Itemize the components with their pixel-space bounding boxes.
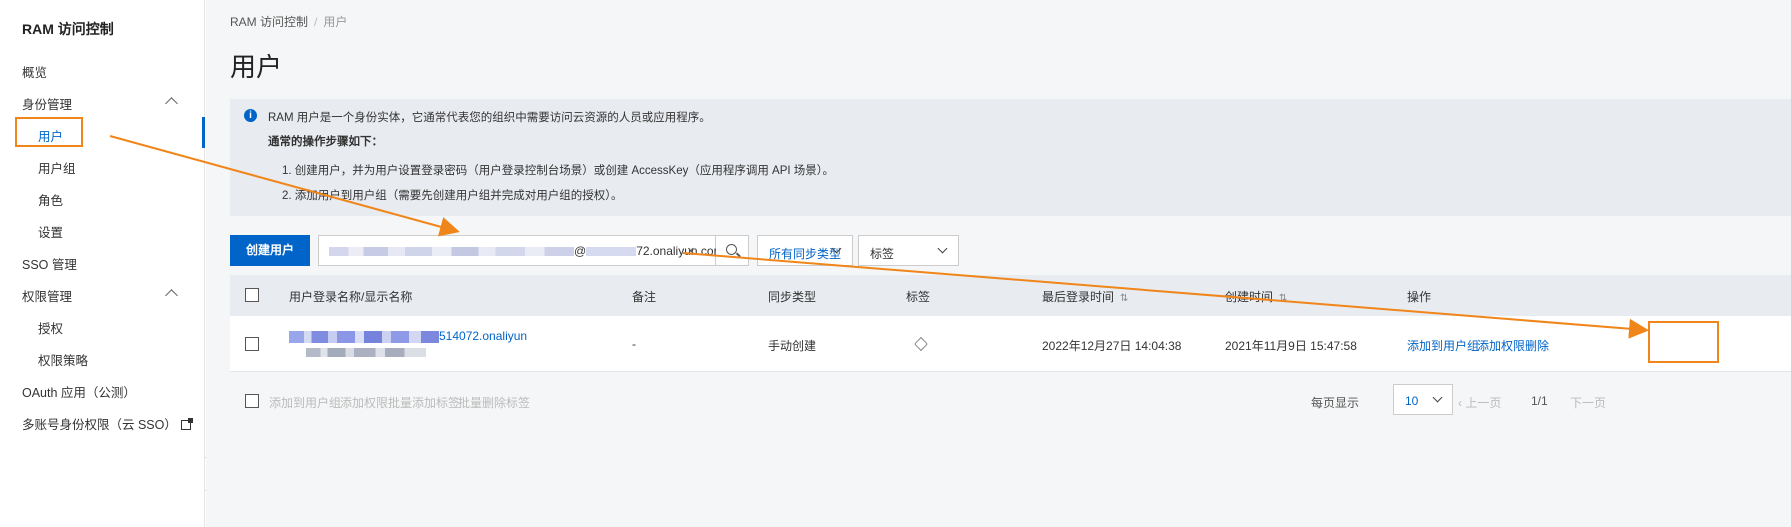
batch-select-checkbox[interactable] <box>245 394 259 408</box>
user-last-login: 2022年12月27日 14:04:38 <box>1042 339 1182 353</box>
sidebar: RAM 访问控制 概览 身份管理 用户 用户组 角色 设置 SSO 管理 权限管… <box>0 0 205 527</box>
sidebar-item-oauth[interactable]: OAuth 应用（公测） <box>22 382 136 401</box>
sidebar-item-identity[interactable]: 身份管理 <box>22 94 72 113</box>
redacted-text <box>289 330 439 343</box>
sort-icon[interactable]: ⇅ <box>1279 293 1287 304</box>
breadcrumb-current: 用户 <box>323 15 348 29</box>
search-value-at: @ <box>574 244 587 258</box>
info-icon: i <box>244 109 257 122</box>
batch-delete-tag-button[interactable]: 批量删除标签 <box>458 394 530 411</box>
sort-icon[interactable]: ⇅ <box>1120 293 1128 304</box>
user-created: 2021年11月9日 15:47:58 <box>1225 339 1357 353</box>
chevron-down-icon <box>1432 392 1443 403</box>
create-user-button[interactable]: 创建用户 <box>230 235 310 266</box>
user-login-name-link[interactable]: 514072.onaliyun <box>289 329 527 343</box>
info-heading: 通常的操作步骤如下： <box>268 136 383 148</box>
table-header: 用户登录名称/显示名称 备注 同步类型 标签 最后登录时间 ⇅ 创建时间 ⇅ 操作 <box>230 275 1791 316</box>
chevron-up-icon[interactable] <box>165 289 178 302</box>
search-value-suffix: 72.onaliyun.com <box>636 244 724 258</box>
table-footer: 添加到用户组 添加权限 批量添加标签 批量删除标签 每页显示 10 ‹ 上一页 … <box>230 372 1791 432</box>
chevron-up-icon[interactable] <box>165 97 178 110</box>
tag-select-value: 标签 <box>870 247 895 261</box>
add-to-group-link[interactable]: 添加到用户组 <box>1407 337 1479 354</box>
per-page-label: 每页显示 <box>1311 396 1360 410</box>
header-last-login-label: 最后登录时间 <box>1042 290 1115 304</box>
select-all-checkbox[interactable] <box>245 288 259 302</box>
page-indicator: 1/1 <box>1531 394 1548 408</box>
sidebar-item-cloud-sso[interactable]: 多账号身份权限（云 SSO） <box>22 414 193 433</box>
header-tag: 标签 <box>906 290 931 304</box>
row-checkbox[interactable] <box>245 337 259 351</box>
search-icon <box>726 244 737 255</box>
sync-type-value: 所有同步类型 <box>769 247 842 261</box>
search-button[interactable] <box>716 235 749 266</box>
batch-add-permission-button[interactable]: 添加权限 <box>340 394 388 411</box>
breadcrumb: RAM 访问控制 / 用户 <box>230 13 347 30</box>
sidebar-brand: RAM 访问控制 <box>22 21 114 37</box>
sync-type-select[interactable]: 所有同步类型 <box>757 235 853 266</box>
breadcrumb-root[interactable]: RAM 访问控制 <box>230 15 308 29</box>
info-step: 2. 添加用户到用户组（需要先创建用户组并完成对用户组的授权）。 <box>282 190 623 202</box>
delete-link[interactable]: 删除 <box>1525 337 1549 354</box>
header-name: 用户登录名称/显示名称 <box>289 290 413 304</box>
next-page-button[interactable]: 下一页 <box>1570 394 1606 411</box>
sidebar-item-settings[interactable]: 设置 <box>38 222 63 241</box>
batch-add-tag-button[interactable]: 批量添加标签 <box>388 394 460 411</box>
info-line: RAM 用户是一个身份实体，它通常代表您的组织中需要访问云资源的人员或应用程序。 <box>268 112 711 124</box>
clear-icon[interactable]: × <box>687 243 695 258</box>
table-row: 514072.onaliyun - 手动创建 2022年12月27日 14:04… <box>230 316 1791 372</box>
redacted-text <box>586 247 637 257</box>
info-panel: i RAM 用户是一个身份实体，它通常代表您的组织中需要访问云资源的人员或应用程… <box>230 99 1791 216</box>
header-sync-type: 同步类型 <box>768 290 817 304</box>
external-link-icon <box>180 418 193 430</box>
main-content: RAM 访问控制 / 用户 用户 i RAM 用户是一个身份实体，它通常代表您的组织… <box>206 0 1791 527</box>
user-login-name-suffix: 514072.onaliyun <box>439 329 528 343</box>
per-page-select[interactable]: 10 <box>1393 384 1453 415</box>
sidebar-item-overview[interactable]: 概览 <box>22 62 47 81</box>
user-sync-type: 手动创建 <box>768 339 817 353</box>
sidebar-item-grants[interactable]: 授权 <box>38 318 63 337</box>
prev-page-label: 上一页 <box>1465 396 1502 410</box>
sidebar-item-groups[interactable]: 用户组 <box>38 158 76 177</box>
header-created[interactable]: 创建时间 ⇅ <box>1225 288 1287 305</box>
search-value: @72.onaliyun.com <box>329 244 724 258</box>
per-page-value: 10 <box>1405 394 1419 408</box>
sidebar-item-label: 多账号身份权限（云 SSO） <box>22 418 177 432</box>
highlight-box <box>15 117 83 147</box>
tag-select[interactable]: 标签 <box>858 235 959 266</box>
prev-page-button[interactable]: ‹ 上一页 <box>1458 394 1501 411</box>
sidebar-item-roles[interactable]: 角色 <box>38 190 63 209</box>
header-created-label: 创建时间 <box>1225 290 1274 304</box>
breadcrumb-separator: / <box>314 15 318 29</box>
sidebar-item-permissions[interactable]: 权限管理 <box>22 286 72 305</box>
info-step: 1. 创建用户，并为用户设置登录密码（用户登录控制台场景）或创建 AccessK… <box>282 165 835 177</box>
user-display-name <box>306 348 426 357</box>
sidebar-item-policies[interactable]: 权限策略 <box>38 350 88 369</box>
header-actions: 操作 <box>1407 290 1432 304</box>
tag-icon[interactable] <box>913 336 929 352</box>
batch-add-to-group-button[interactable]: 添加到用户组 <box>269 394 341 411</box>
header-last-login[interactable]: 最后登录时间 ⇅ <box>1042 288 1128 305</box>
redacted-text <box>329 247 574 257</box>
search-input[interactable]: @72.onaliyun.com × <box>318 235 724 266</box>
page-title: 用户 <box>230 52 283 82</box>
highlight-box <box>1648 321 1719 363</box>
add-permission-link[interactable]: 添加权限 <box>1477 337 1525 354</box>
user-remark: - <box>632 337 636 351</box>
sidebar-item-sso[interactable]: SSO 管理 <box>22 254 77 273</box>
header-remark: 备注 <box>632 290 657 304</box>
active-indicator <box>202 117 205 148</box>
chevron-down-icon <box>937 243 948 254</box>
